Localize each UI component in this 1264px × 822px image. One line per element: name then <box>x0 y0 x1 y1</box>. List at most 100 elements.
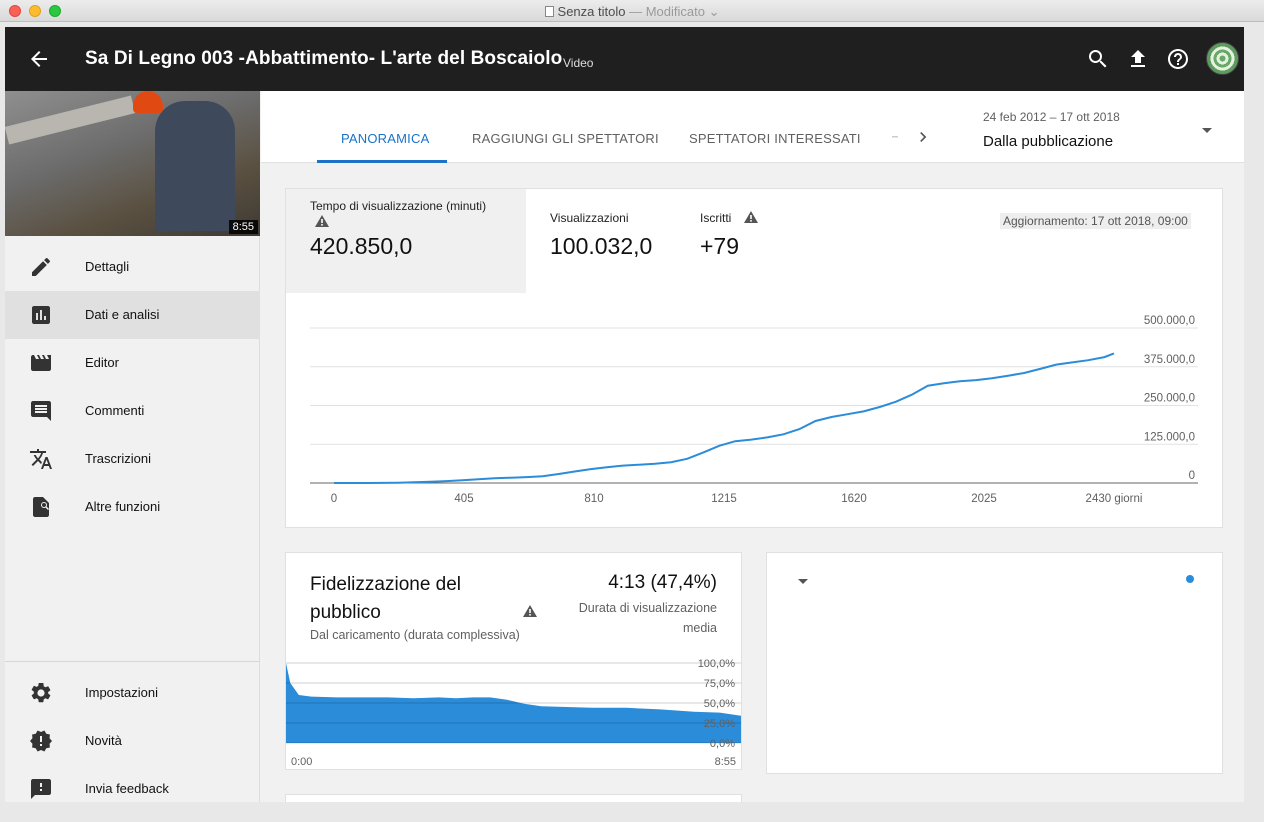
sidebar-divider <box>5 661 260 662</box>
sidebar-item-invia-feedback[interactable]: Invia feedback <box>5 765 260 802</box>
pencil-icon <box>32 257 51 276</box>
sidebar-item-novita[interactable]: Novità <box>5 717 260 765</box>
metric-watch-time[interactable]: Tempo di visualizzazione (minuti) 420.85… <box>286 189 526 293</box>
metric-views[interactable]: Visualizzazioni 100.032,0 <box>526 189 676 293</box>
sidebar-item-label: Invia feedback <box>85 781 169 796</box>
secondary-metric-card <box>766 552 1223 774</box>
overflow-tab-fade <box>892 136 898 138</box>
thumbnail-log <box>5 95 136 145</box>
sidebar-item-label: Dati e analisi <box>85 307 160 322</box>
whats-new-icon <box>30 730 52 752</box>
x-tick-label: 1620 <box>841 493 867 505</box>
active-tab-indicator <box>317 160 447 163</box>
sidebar-item-commenti[interactable]: Commenti <box>5 387 260 435</box>
metric-value: 420.850,0 <box>310 233 413 259</box>
caret-down-icon[interactable] <box>1201 127 1213 135</box>
overview-card: Tempo di visualizzazione (minuti) 420.85… <box>285 188 1223 528</box>
translate-icon <box>30 449 52 469</box>
date-range-label: 24 feb 2012 – 17 ott 2018 <box>983 110 1120 124</box>
next-card <box>285 794 742 802</box>
y-tick-label: 500.000,0 <box>1144 315 1195 327</box>
top-bar: Sa Di Legno 003 -Abbattimento- L'arte de… <box>5 27 1244 91</box>
y-tick-label: 0 <box>1189 470 1195 482</box>
retention-caption: Durata di visualizzazione media <box>578 601 717 635</box>
series-line <box>334 352 1115 484</box>
tab-panoramica[interactable]: PANORAMICA <box>341 131 429 146</box>
studio-app: Sa Di Legno 003 -Abbattimento- L'arte de… <box>5 27 1244 802</box>
arrow-back-icon[interactable] <box>27 47 51 71</box>
sidebar-item-label: Dettagli <box>85 259 130 274</box>
sidebar-item-trascrizioni[interactable]: Trascrizioni <box>5 435 260 483</box>
x-tick-label: 0:00 <box>291 756 312 768</box>
sidebar-item-dettagli[interactable]: Dettagli <box>5 243 260 291</box>
window-titlebar: Senza titolo — Modificato ⌄ <box>0 0 1264 22</box>
window-title-text: Senza titolo <box>557 4 626 19</box>
x-tick-label: 2430 giorni <box>1086 493 1143 505</box>
last-updated-badge: Aggiornamento: 17 ott 2018, 09:00 <box>1000 213 1191 229</box>
video-thumbnail[interactable]: 8:55 <box>5 91 260 236</box>
help-icon[interactable] <box>1166 47 1190 71</box>
chevron-right-icon[interactable] <box>913 127 933 147</box>
sidebar-item-label: Altre funzioni <box>85 499 161 514</box>
thumbnail-helmet <box>133 91 163 113</box>
search-icon[interactable] <box>1086 47 1110 71</box>
y-tick-label: 0,0% <box>710 738 735 750</box>
gear-icon <box>31 682 51 703</box>
document-icon <box>544 6 554 17</box>
y-tick-label: 50,0% <box>704 698 735 710</box>
y-tick-label: 125.000,0 <box>1144 431 1195 443</box>
sidebar-item-altre-funzioni[interactable]: Altre funzioni <box>5 483 260 531</box>
comment-icon <box>31 401 51 421</box>
legend-dot <box>1186 575 1194 583</box>
y-tick-label: 25,0% <box>704 718 735 730</box>
main-content: PANORAMICA RAGGIUNGI GLI SPETTATORI SPET… <box>261 91 1244 802</box>
metric-label: Visualizzazioni <box>550 211 629 225</box>
tab-raggiungi-spettatori[interactable]: RAGGIUNGI GLI SPETTATORI <box>472 131 659 146</box>
warning-icon[interactable] <box>744 211 758 223</box>
sidebar-item-label: Novità <box>85 733 122 748</box>
date-range-select[interactable]: Dalla pubblicazione <box>983 133 1113 150</box>
metric-label: Iscritti <box>700 211 732 225</box>
y-tick-label: 375.000,0 <box>1144 354 1195 366</box>
x-tick-label: 0 <box>331 493 337 505</box>
caret-down-icon[interactable] <box>797 578 809 586</box>
clapperboard-icon <box>31 355 51 371</box>
retention-average-duration: 4:13 (47,4%) <box>608 572 717 593</box>
upload-icon[interactable] <box>1126 47 1150 71</box>
sidebar-item-impostazioni[interactable]: Impostazioni <box>5 669 260 717</box>
metric-value: +79 <box>700 233 740 259</box>
retention-subtitle: Dal caricamento (durata complessiva) <box>310 628 520 642</box>
metric-label: Tempo di visualizzazione (minuti) <box>310 199 487 213</box>
analytics-icon <box>32 306 50 324</box>
sidebar-item-label: Commenti <box>85 403 145 418</box>
sidebar-item-dati-e-analisi[interactable]: Dati e analisi <box>5 291 260 339</box>
tabs-bar: PANORAMICA RAGGIUNGI GLI SPETTATORI SPET… <box>261 91 1244 163</box>
thumbnail-lumberjack <box>155 101 235 231</box>
video-title: Sa Di Legno 003 -Abbattimento- L'arte de… <box>85 48 563 69</box>
metric-value: 100.032,0 <box>550 233 653 259</box>
window-title[interactable]: Senza titolo — Modificato ⌄ <box>0 4 1264 20</box>
y-tick-label: 250.000,0 <box>1144 393 1195 405</box>
x-tick-label: 405 <box>454 493 473 505</box>
more-features-icon <box>33 497 50 517</box>
audience-retention-card[interactable]: Fidelizzazione del pubblico Dal caricame… <box>285 552 742 770</box>
x-tick-label: 1215 <box>711 493 737 505</box>
metric-subscribers[interactable]: Iscritti +79 <box>676 189 826 293</box>
retention-chart[interactable]: 0,0% 25,0% 50,0% 75,0% 100,0% 0:00 8:55 <box>286 653 743 771</box>
sidebar-item-label: Editor <box>85 355 119 370</box>
sidebar-item-label: Trascrizioni <box>85 451 151 466</box>
sidebar: 8:55 Dettagli Dati e analisi Editor Comm… <box>5 91 260 802</box>
y-tick-label: 75,0% <box>704 678 735 690</box>
watch-time-chart[interactable]: 0 125.000,0 250.000,0 375.000,0 500.000,0 0 40… <box>286 294 1224 529</box>
retention-title: Fidelizzazione del pubblico <box>310 574 462 623</box>
account-avatar[interactable] <box>1206 42 1239 75</box>
warning-icon[interactable] <box>315 215 329 227</box>
video-type-label: Video <box>563 56 594 70</box>
thumbnail-duration: 8:55 <box>228 220 258 234</box>
warning-icon[interactable] <box>523 605 537 617</box>
sidebar-item-label: Impostazioni <box>85 685 158 700</box>
tab-spettatori-interessati[interactable]: SPETTATORI INTERESSATI <box>689 131 861 146</box>
sidebar-item-editor[interactable]: Editor <box>5 339 260 387</box>
y-tick-label: 100,0% <box>698 658 736 670</box>
x-tick-label: 8:55 <box>715 756 736 768</box>
